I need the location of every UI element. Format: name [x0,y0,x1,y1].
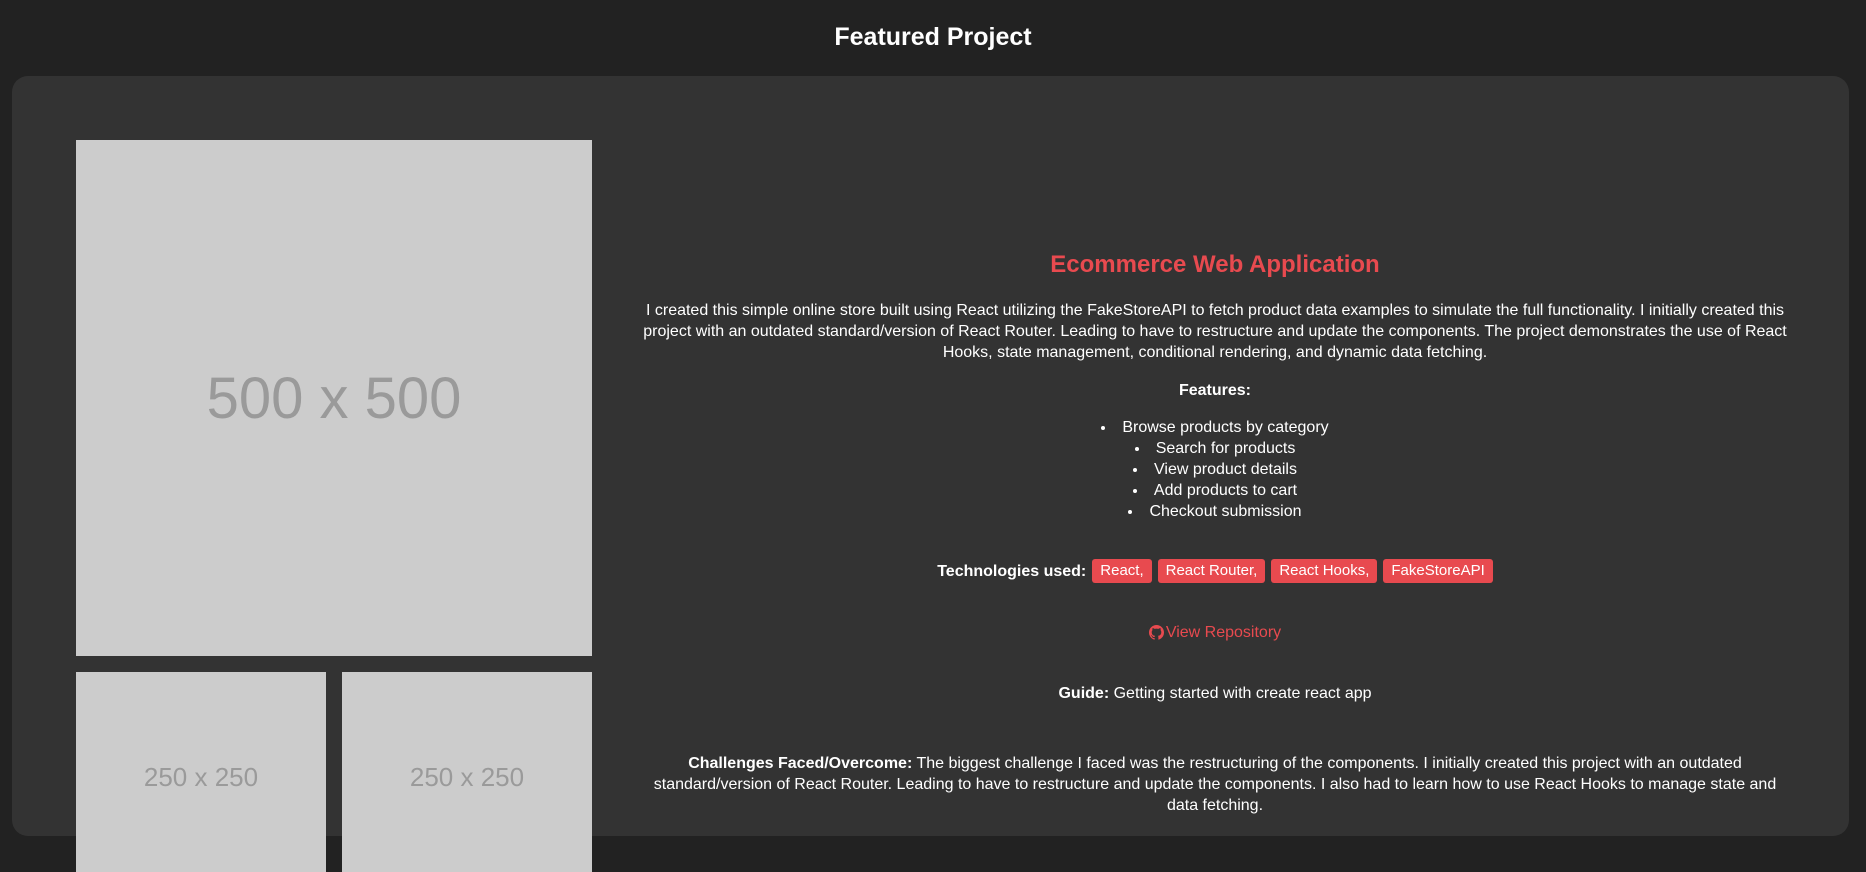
tech-tag-fakestoreapi: FakeStoreAPI [1383,559,1493,583]
guide-label: Guide: [1058,685,1110,702]
featured-project-card: 500 x 500 250 x 250 250 x 250 Ecommerce … [12,76,1849,872]
project-description: I created this simple online store built… [643,302,1787,361]
view-repository-label: View Repository [1165,624,1282,641]
github-icon [1148,625,1164,640]
list-item: Browse products by category [632,417,1798,438]
features-heading: Features: [1178,382,1252,399]
list-item: Add products to cart [632,480,1798,501]
thumbnail-label: 250 x 250 [409,762,525,792]
thumbnail-image-2[interactable]: 250 x 250 [342,672,592,872]
page-title: Featured Project [834,22,1032,51]
guide-text: Getting started with create react app [1109,685,1372,702]
project-title: Ecommerce Web Application [1050,251,1380,278]
challenges-label: Challenges Faced/Overcome: [688,755,913,772]
main-image-label: 500 x 500 [206,365,462,431]
features-list: Browse products by category Search for p… [632,417,1798,522]
page-header: Featured Project [0,0,1866,76]
view-repository-link[interactable]: View Repository [632,622,1798,643]
list-item: Search for products [632,438,1798,459]
technologies-label: Technologies used: [937,562,1087,580]
thumbnail-label: 250 x 250 [143,762,259,792]
challenges-paragraph: Challenges Faced/Overcome: The biggest c… [632,753,1798,816]
tech-tag-react-router: React Router, [1157,559,1266,583]
technologies-row: Technologies used: React, React Router, … [632,559,1798,583]
tech-tag-react: React, [1092,559,1152,583]
thumbnail-image-1[interactable]: 250 x 250 [76,672,326,872]
tech-tag-react-hooks: React Hooks, [1271,559,1378,583]
list-item: View product details [632,459,1798,480]
list-item: Checkout submission [632,501,1798,522]
main-image-placeholder: 500 x 500 [76,140,592,656]
guide-line: Guide: Getting started with create react… [632,683,1798,704]
